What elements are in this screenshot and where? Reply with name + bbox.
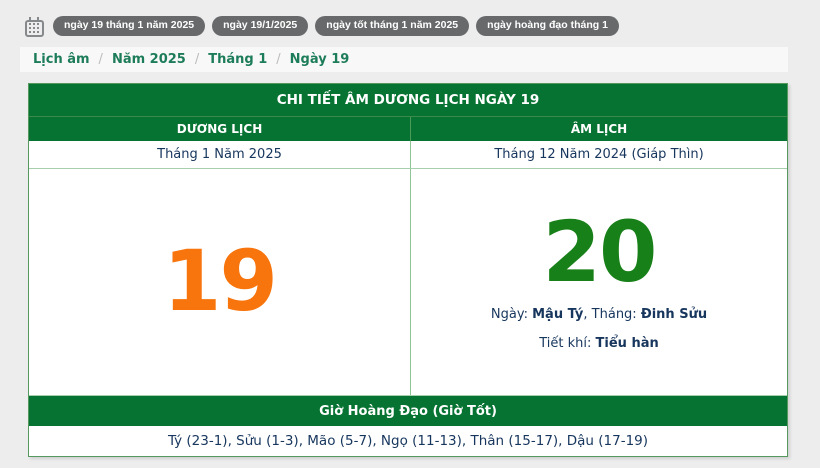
- tags-bar: ngày 19 tháng 1 năm 2025 ngày 19/1/2025 …: [25, 0, 820, 37]
- solar-day-number: 19: [163, 242, 276, 322]
- tag-pill-good-days[interactable]: ngày tốt tháng 1 năm 2025: [315, 16, 469, 36]
- lunar-column-header: ÂM LỊCH: [410, 117, 787, 141]
- tag-pill-day-full[interactable]: ngày 19 tháng 1 năm 2025: [53, 16, 205, 36]
- breadcrumb-item-thang-1[interactable]: Tháng 1: [208, 52, 267, 67]
- lunar-month-label: , Tháng:: [583, 307, 640, 322]
- day-numbers-row: 19 20 Ngày: Mậu Tý, Tháng: Đinh Sửu Tiết…: [29, 169, 787, 395]
- tag-pill-hoang-dao[interactable]: ngày hoàng đạo tháng 1: [476, 16, 619, 36]
- lunar-month-year: Tháng 12 Năm 2024 (Giáp Thìn): [410, 141, 787, 168]
- calendar-icon: [25, 20, 44, 37]
- breadcrumb-item-lich-am[interactable]: Lịch âm: [33, 52, 90, 67]
- breadcrumb-item-nam-2025[interactable]: Năm 2025: [112, 52, 186, 67]
- month-year-row: Tháng 1 Năm 2025 Tháng 12 Năm 2024 (Giáp…: [29, 141, 787, 169]
- lunar-canchi-line: Ngày: Mậu Tý, Tháng: Đinh Sửu: [491, 307, 707, 322]
- column-headers-row: DƯƠNG LỊCH ÂM LỊCH: [29, 117, 787, 141]
- tag-pill-day-short[interactable]: ngày 19/1/2025: [212, 16, 308, 36]
- lunar-day-label: Ngày:: [491, 307, 532, 322]
- lunar-month-canchi: Đinh Sửu: [641, 307, 707, 322]
- breadcrumb: Lịch âm / Năm 2025 / Tháng 1 / Ngày 19: [20, 47, 788, 72]
- breadcrumb-separator: /: [195, 52, 199, 67]
- tiet-khi-label: Tiết khí:: [539, 336, 595, 351]
- tiet-khi-line: Tiết khí: Tiểu hàn: [539, 336, 659, 351]
- page: ngày 19 tháng 1 năm 2025 ngày 19/1/2025 …: [0, 0, 820, 457]
- lunar-day-number: 20: [543, 213, 656, 293]
- solar-day-cell: 19: [29, 169, 410, 395]
- solar-month-year: Tháng 1 Năm 2025: [29, 141, 410, 168]
- tiet-khi-value: Tiểu hàn: [596, 336, 659, 351]
- breadcrumb-separator: /: [276, 52, 280, 67]
- page-title: CHI TIẾT ÂM DƯƠNG LỊCH NGÀY 19: [29, 84, 787, 117]
- breadcrumb-item-ngay-19[interactable]: Ngày 19: [290, 52, 350, 67]
- lunar-day-cell: 20 Ngày: Mậu Tý, Tháng: Đinh Sửu Tiết kh…: [410, 169, 787, 395]
- breadcrumb-separator: /: [99, 52, 103, 67]
- hoang-dao-hours: Tý (23-1), Sửu (1-3), Mão (5-7), Ngọ (11…: [29, 426, 787, 456]
- lunar-day-canchi: Mậu Tý: [532, 307, 583, 322]
- solar-column-header: DƯƠNG LỊCH: [29, 117, 410, 141]
- calendar-detail-table: CHI TIẾT ÂM DƯƠNG LỊCH NGÀY 19 DƯƠNG LỊC…: [28, 83, 788, 457]
- hoang-dao-header: Giờ Hoàng Đạo (Giờ Tốt): [29, 395, 787, 426]
